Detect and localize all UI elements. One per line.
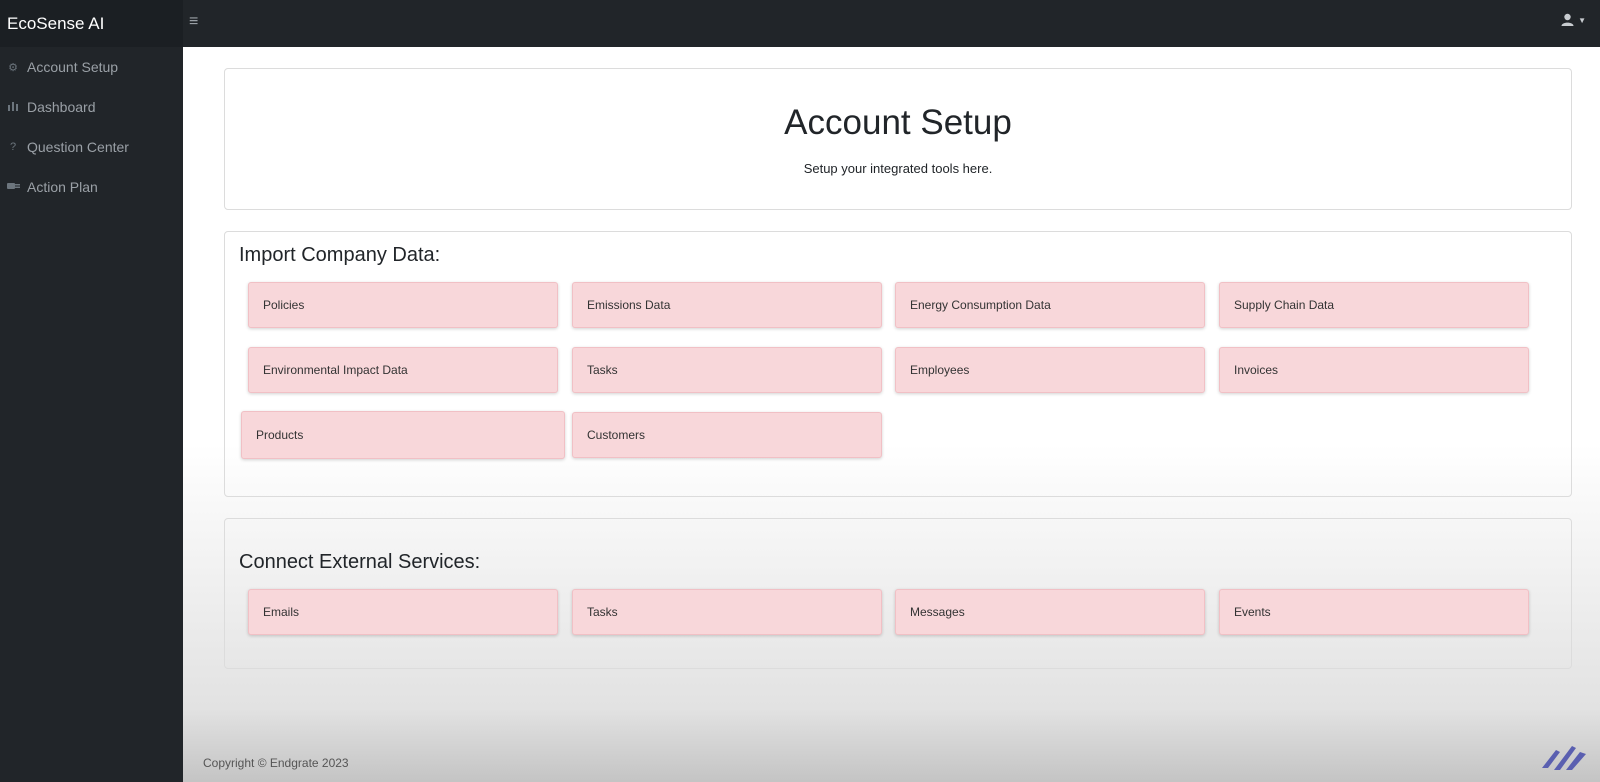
brand-title[interactable]: EcoSense AI: [0, 0, 183, 47]
import-tile-emissions-data[interactable]: Emissions Data: [572, 282, 882, 328]
user-menu[interactable]: ▼: [1561, 13, 1586, 29]
import-tile-customers[interactable]: Customers: [572, 412, 882, 458]
connect-tile-tasks[interactable]: Tasks: [572, 589, 882, 635]
connect-tile-emails[interactable]: Emails: [248, 589, 558, 635]
plug-icon: [7, 181, 20, 193]
connect-tile-events[interactable]: Events: [1219, 589, 1529, 635]
connect-section-title: Connect External Services:: [239, 551, 481, 573]
sidebar-item-dashboard[interactable]: Dashboard: [0, 87, 183, 127]
import-tile-supply-chain-data[interactable]: Supply Chain Data: [1219, 282, 1529, 328]
hamburger-icon[interactable]: ≡: [189, 13, 198, 31]
bar-chart-icon: [7, 101, 19, 114]
sidebar-item-action-plan[interactable]: Action Plan: [0, 167, 183, 207]
sidebar-nav: ⚙ Account Setup Dashboard ? Question Cen…: [0, 47, 183, 207]
import-section-title: Import Company Data:: [239, 244, 441, 266]
import-tile-invoices[interactable]: Invoices: [1219, 347, 1529, 393]
footer-copyright: Copyright © Endgrate 2023: [203, 756, 349, 770]
sidebar-item-label: Action Plan: [27, 179, 98, 195]
question-icon: ?: [9, 141, 17, 153]
sidebar-item-account-setup[interactable]: ⚙ Account Setup: [0, 47, 183, 87]
sidebar-item-label: Question Center: [27, 139, 129, 155]
sidebar-item-question-center[interactable]: ? Question Center: [0, 127, 183, 167]
import-tile-employees[interactable]: Employees: [895, 347, 1205, 393]
import-tile-tasks[interactable]: Tasks: [572, 347, 882, 393]
sidebar: EcoSense AI ⚙ Account Setup Dashboard ? …: [0, 0, 183, 782]
connect-tile-messages[interactable]: Messages: [895, 589, 1205, 635]
sidebar-item-label: Dashboard: [27, 99, 96, 115]
page-title: Account Setup: [784, 103, 1012, 142]
connect-external-services-card: Connect External Services: Emails Tasks …: [224, 518, 1572, 669]
import-tile-energy-consumption-data[interactable]: Energy Consumption Data: [895, 282, 1205, 328]
import-tile-products[interactable]: Products: [241, 411, 565, 459]
endgrate-logo-icon: [1542, 746, 1586, 770]
user-icon: [1561, 13, 1574, 26]
top-navbar: ≡ ▼: [183, 0, 1600, 47]
import-tile-environmental-impact-data[interactable]: Environmental Impact Data: [248, 347, 558, 393]
chevron-down-icon: ▼: [1578, 16, 1586, 25]
import-tile-policies[interactable]: Policies: [248, 282, 558, 328]
page-subtitle: Setup your integrated tools here.: [803, 161, 993, 176]
account-setup-header-card: Account Setup Setup your integrated tool…: [224, 68, 1572, 210]
import-company-data-card: Import Company Data: Policies Emissions …: [224, 231, 1572, 497]
main-content: Account Setup Setup your integrated tool…: [183, 47, 1600, 782]
sidebar-item-label: Account Setup: [27, 59, 119, 75]
gear-icon: ⚙: [8, 61, 18, 74]
